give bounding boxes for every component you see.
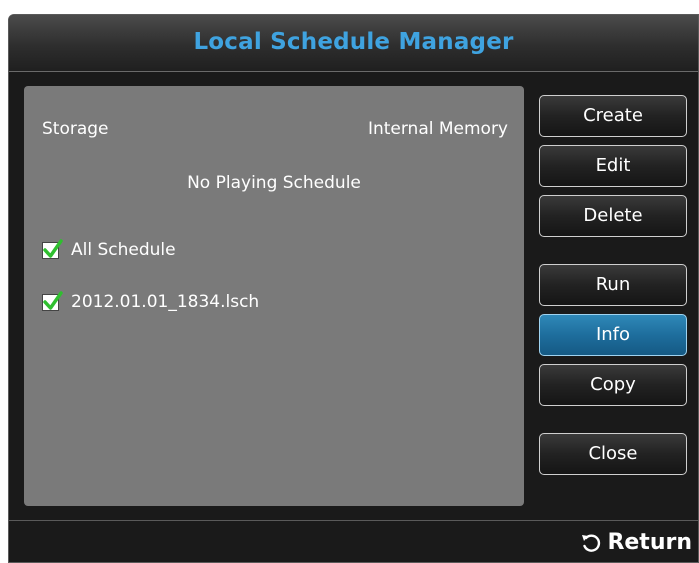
info-button[interactable]: Info xyxy=(539,314,687,356)
storage-label: Storage xyxy=(42,119,109,139)
schedule-file-checkbox[interactable] xyxy=(42,290,63,311)
footer-divider xyxy=(9,520,698,521)
dialog-title: Local Schedule Manager xyxy=(193,29,514,55)
edit-button[interactable]: Edit xyxy=(539,145,687,187)
copy-button[interactable]: Copy xyxy=(539,364,687,406)
close-button[interactable]: Close xyxy=(539,433,687,475)
local-schedule-manager-dialog: Local Schedule Manager Storage Internal … xyxy=(8,14,699,563)
all-schedule-label: All Schedule xyxy=(71,240,176,260)
return-control[interactable]: Return xyxy=(580,530,692,555)
all-schedule-checkbox[interactable] xyxy=(42,238,63,259)
schedule-file-item[interactable]: 2012.01.01_1834.lsch xyxy=(42,290,260,312)
schedule-file-label: 2012.01.01_1834.lsch xyxy=(71,292,260,312)
checkmark-icon xyxy=(43,290,63,310)
return-label: Return xyxy=(607,530,692,555)
title-bar: Local Schedule Manager xyxy=(9,15,698,72)
storage-value: Internal Memory xyxy=(367,119,508,139)
schedule-panel: Storage Internal Memory No Playing Sched… xyxy=(24,86,524,506)
create-button[interactable]: Create xyxy=(539,95,687,137)
delete-button[interactable]: Delete xyxy=(539,195,687,237)
checkmark-icon xyxy=(43,238,63,258)
all-schedule-item[interactable]: All Schedule xyxy=(42,238,176,260)
playing-status: No Playing Schedule xyxy=(187,173,361,193)
run-button[interactable]: Run xyxy=(539,264,687,306)
return-arrow-icon xyxy=(582,533,601,552)
